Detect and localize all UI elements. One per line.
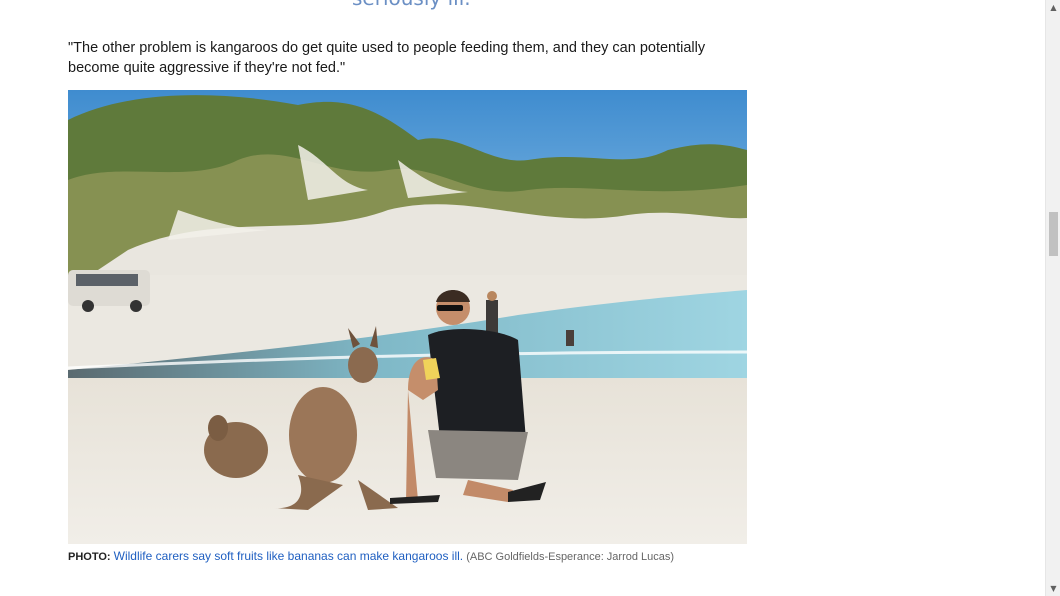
article-photo[interactable] <box>68 90 747 544</box>
scroll-down-arrow-icon[interactable]: ▼ <box>1046 581 1060 596</box>
white-vehicle <box>68 270 150 312</box>
grey-shorts <box>428 430 528 480</box>
caption-label: PHOTO: <box>68 551 111 563</box>
photo-caption: PHOTO: Wildlife carers say soft fruits l… <box>68 549 674 564</box>
caption-credit: (ABC Goldfields-Esperance: Jarrod Lucas) <box>466 551 675 563</box>
quote-paragraph: "The other problem is kangaroos do get q… <box>68 40 706 76</box>
page-viewport: seriously ill. "The other problem is kan… <box>0 0 1060 596</box>
vertical-scrollbar[interactable]: ▲ ▼ <box>1045 0 1060 596</box>
scrollbar-thumb[interactable] <box>1049 212 1058 256</box>
scroll-up-arrow-icon[interactable]: ▲ <box>1046 0 1060 15</box>
pullquote-text: seriously ill. <box>352 0 471 10</box>
black-tshirt <box>428 328 526 440</box>
caption-link[interactable]: Wildlife carers say soft fruits like ban… <box>114 549 463 563</box>
child-in-water <box>566 330 574 346</box>
